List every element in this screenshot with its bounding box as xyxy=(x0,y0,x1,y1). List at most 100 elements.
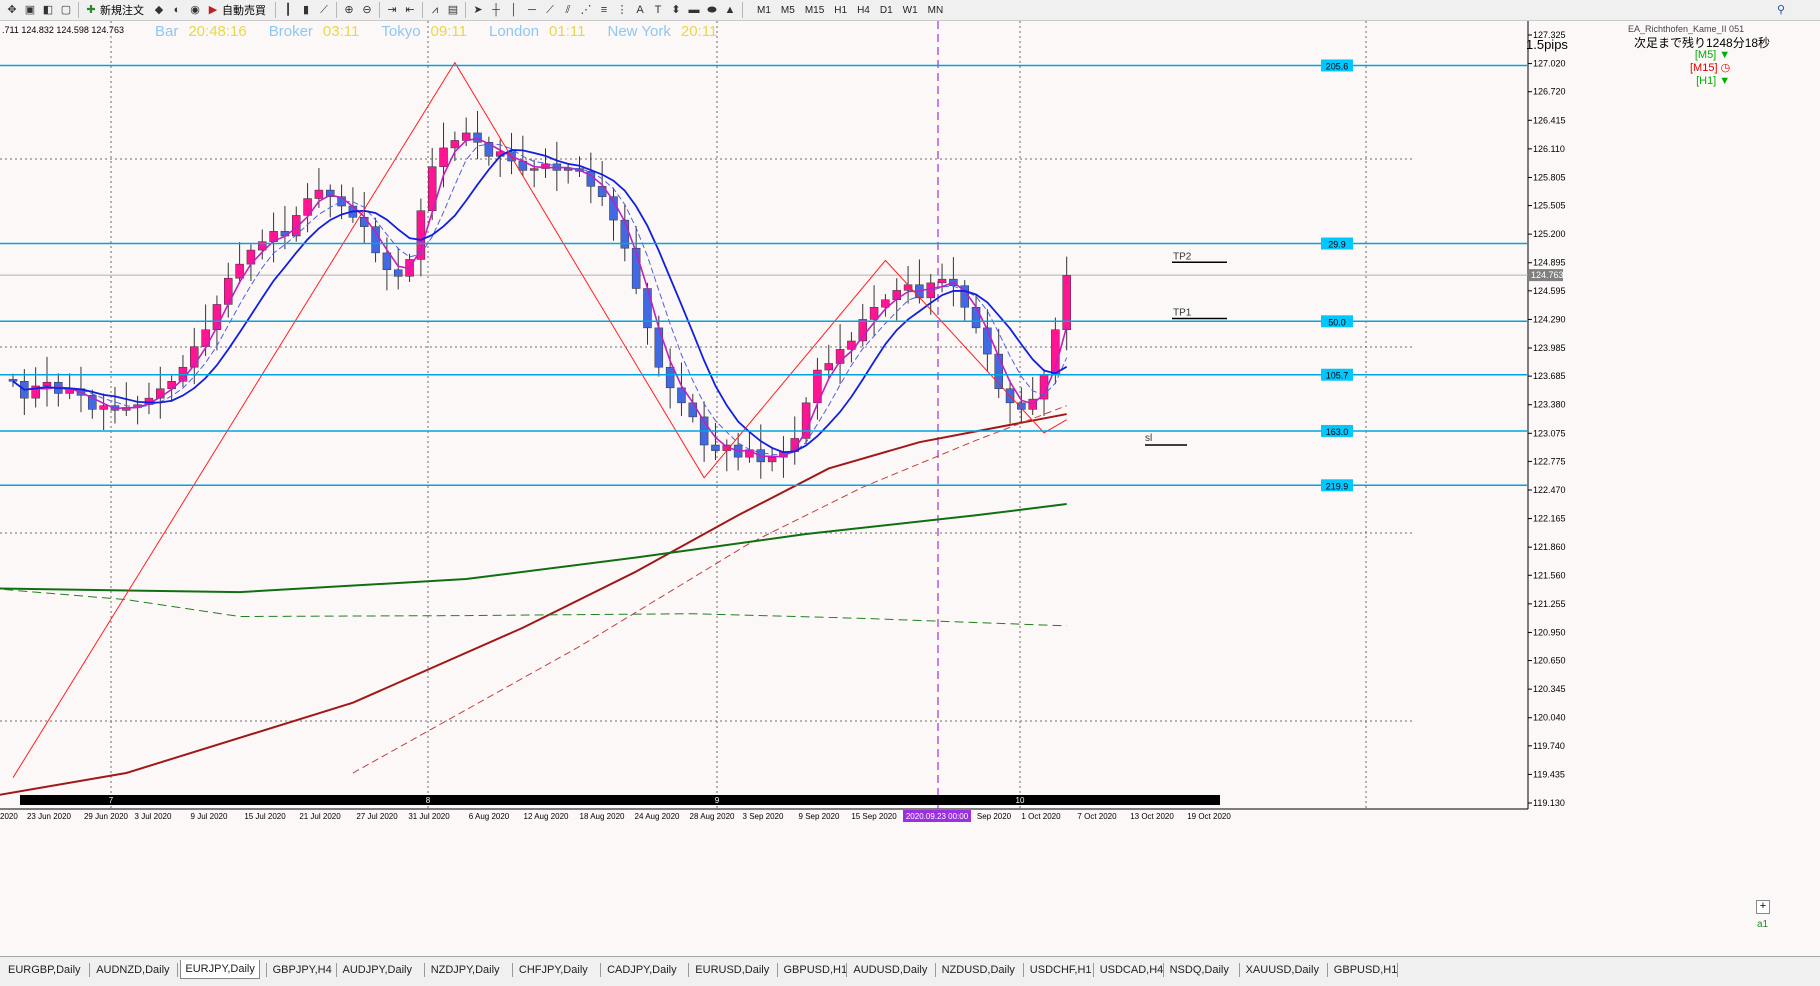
price-axis-label: 121.255 xyxy=(1533,599,1566,609)
candle-body xyxy=(767,456,777,463)
timeframe-mn[interactable]: MN xyxy=(923,5,949,16)
chart-tab[interactable]: AUDUSD,Daily xyxy=(849,961,931,979)
data-window-icon[interactable]: ◐ xyxy=(170,3,184,17)
date-axis-label: 28 Aug 2020 xyxy=(690,812,735,821)
chart-shift-icon[interactable]: ⇤ xyxy=(403,3,417,17)
search-icon[interactable]: ⚲ xyxy=(1774,3,1788,17)
toolbar-separator xyxy=(742,2,743,18)
chart-tab[interactable]: GBPUSD,H1 xyxy=(780,961,852,979)
arrows-icon[interactable]: ⬍ xyxy=(669,3,683,17)
month-mark: 10 xyxy=(1016,796,1025,805)
chart-tab[interactable]: NZDUSD,Daily xyxy=(938,961,1019,979)
timeframe-m15[interactable]: M15 xyxy=(800,5,829,16)
chart-tab[interactable]: USDCHF,H1 xyxy=(1026,961,1096,979)
tab-separator xyxy=(177,963,179,977)
crosshair-icon[interactable]: ✥ xyxy=(5,3,19,17)
session-label: London xyxy=(488,23,540,40)
navigator-icon[interactable]: ◉ xyxy=(188,3,202,17)
indicators-icon[interactable]: ⩘ xyxy=(428,3,442,17)
candle-chart-icon[interactable]: ▮ xyxy=(299,3,313,17)
new-order-button[interactable]: 新規注文 xyxy=(100,2,144,18)
candle-body xyxy=(8,379,18,382)
price-axis-label: 125.505 xyxy=(1533,201,1566,211)
vertical-line-icon[interactable]: │ xyxy=(507,3,521,17)
zoom-plus-button[interactable]: + xyxy=(1756,900,1770,914)
templates-icon[interactable]: ▤ xyxy=(446,3,460,17)
trendline-icon[interactable]: ⟋ xyxy=(543,3,557,17)
session-time: 01:11 xyxy=(549,23,586,40)
timeframe-m1[interactable]: M1 xyxy=(752,5,776,16)
timeframe-d1[interactable]: D1 xyxy=(875,5,898,16)
tp2-label: TP2 xyxy=(1173,251,1192,262)
price-axis-label: 119.130 xyxy=(1533,798,1565,808)
cursor-icon[interactable]: ➤ xyxy=(471,3,485,17)
tf-signal-label: [M15] xyxy=(1690,62,1721,74)
candle-body xyxy=(665,366,675,389)
zoom-in-icon[interactable]: ⊕ xyxy=(342,3,356,17)
crosshair-tool-icon[interactable]: ┼ xyxy=(489,3,503,17)
date-axis-label: 7 Oct 2020 xyxy=(1077,812,1117,821)
chart-tab[interactable]: NZDJPY,Daily xyxy=(427,961,504,979)
autoscroll-icon[interactable]: ⇥ xyxy=(385,3,399,17)
ellipse-icon[interactable]: ⬬ xyxy=(705,3,719,17)
candle-body xyxy=(869,306,879,320)
chart-tab[interactable]: CHFJPY,Daily xyxy=(515,961,592,979)
tp1-label: TP1 xyxy=(1173,307,1192,318)
candle-body xyxy=(688,402,698,418)
chart-tab[interactable]: NSDQ,Daily xyxy=(1166,961,1233,979)
candle-body xyxy=(824,363,834,371)
chart-tab[interactable]: EURUSD,Daily xyxy=(691,961,773,979)
text-icon[interactable]: A xyxy=(633,3,647,17)
price-axis-label: 122.165 xyxy=(1533,514,1566,524)
chart-tab[interactable]: GBPJPY,H4 xyxy=(269,961,336,979)
fib-fan-icon[interactable]: ⋮ xyxy=(615,3,629,17)
candles xyxy=(8,110,1071,479)
chart-tab[interactable]: CADJPY,Daily xyxy=(603,961,681,979)
rectangle-icon[interactable]: ▬ xyxy=(687,3,701,17)
chart-window[interactable]: 205.6 29.9 50.0 105.7 163.0 219.9 TP2 TP1 sl 127.… xyxy=(0,21,1820,956)
chart-tab[interactable]: EURGBP,Daily xyxy=(4,961,85,979)
fib-level-label: 50.0 xyxy=(1328,317,1346,327)
auto-trading-button[interactable]: 自動売買 xyxy=(222,2,266,18)
chart-tab[interactable]: USDCAD,H4 xyxy=(1096,961,1168,979)
price-chart[interactable]: 205.6 29.9 50.0 105.7 163.0 219.9 TP2 TP1 sl 127.… xyxy=(0,21,1820,956)
price-axis-label: 126.110 xyxy=(1533,144,1565,154)
date-axis-label: 21 Jul 2020 xyxy=(299,812,341,821)
candle-body xyxy=(971,306,981,329)
date-axis-label: 3 Jul 2020 xyxy=(135,812,172,821)
price-axis-label: 119.435 xyxy=(1533,769,1565,779)
chart-tab[interactable]: AUDJPY,Daily xyxy=(339,961,417,979)
channel-icon[interactable]: ⫽ xyxy=(561,3,575,17)
timeframe-bar: M1 M5 M15 H1 H4 D1 W1 MN xyxy=(749,0,951,20)
profiles-icon[interactable]: ◧ xyxy=(41,3,55,17)
timeframe-m5[interactable]: M5 xyxy=(776,5,800,16)
triangle-icon[interactable]: ▲ xyxy=(723,3,737,17)
chart-tab[interactable]: XAUUSD,Daily xyxy=(1242,961,1323,979)
a1-label: a1 xyxy=(1757,919,1769,930)
chart-tab[interactable]: EURJPY,Daily xyxy=(180,960,260,979)
date-axis-label: 13 Oct 2020 xyxy=(1130,812,1174,821)
zoom-out-icon[interactable]: ⊖ xyxy=(360,3,374,17)
text-label-icon[interactable]: T xyxy=(651,3,665,17)
candle-body xyxy=(529,168,539,171)
chart-tab[interactable]: AUDNZD,Daily xyxy=(92,961,173,979)
timeframe-w1[interactable]: W1 xyxy=(898,5,923,16)
window-icon[interactable]: ▢ xyxy=(59,3,73,17)
tab-separator xyxy=(1396,963,1398,977)
folder-icon[interactable]: ▣ xyxy=(23,3,37,17)
timeframe-h4[interactable]: H4 xyxy=(852,5,875,16)
line-chart-icon[interactable]: ⟋ xyxy=(317,3,331,17)
chart-tabs: EURGBP,Daily AUDNZD,Daily EURJPY,Daily GBPJ… xyxy=(0,956,1820,986)
timeframe-h1[interactable]: H1 xyxy=(829,5,852,16)
fibonacci-icon[interactable]: ≡ xyxy=(597,3,611,17)
price-axis-label: 124.895 xyxy=(1533,258,1566,268)
tf-signal-row: [H1] ▼ xyxy=(1690,75,1730,88)
session-clock: Bar 20:48:16 Broker 03:11 Tokyo 09:11 London 01… xyxy=(155,23,739,40)
bar-chart-icon[interactable]: ┃ xyxy=(281,3,295,17)
chart-tab[interactable]: GBPUSD,H1 xyxy=(1330,961,1402,979)
price-axis-label: 119.740 xyxy=(1533,741,1565,751)
market-watch-icon[interactable]: ◆ xyxy=(152,3,166,17)
horizontal-line-icon[interactable]: ─ xyxy=(525,3,539,17)
price-axis-label: 120.950 xyxy=(1533,627,1566,637)
gann-icon[interactable]: ⋰ xyxy=(579,3,593,17)
